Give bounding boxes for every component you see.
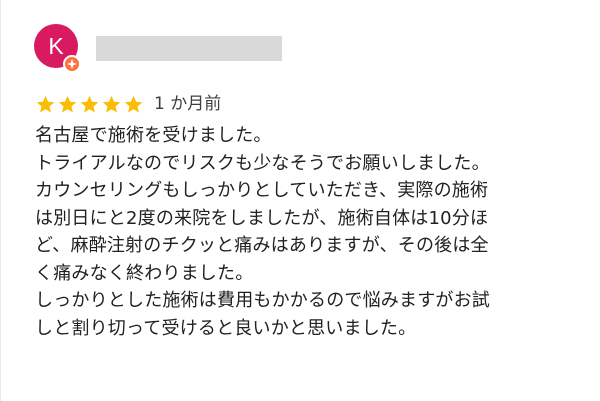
review-text: 名古屋で施術を受けました。 トライアルなのでリスクも少なそうでお願いしました。 … <box>35 122 595 342</box>
star-icon <box>79 94 100 115</box>
review-text-line: く痛みなく終わりました。 <box>35 262 254 284</box>
review-text-line: ど、麻酔注射のチクッと痛みはありますが、その後は全 <box>35 235 489 256</box>
rating-row: 1 か月前 <box>35 93 221 115</box>
review-time: 1 か月前 <box>154 94 222 114</box>
reviewer-name-redacted <box>96 36 282 61</box>
local-guide-badge-icon <box>63 55 81 73</box>
review-text-line: しと割り切って受けると良いかと思いました。 <box>35 317 417 339</box>
star-icon <box>101 94 122 115</box>
review-card: K 1 か月前 名古屋で施術を受けました。 トライアルなのでリスクも少なそうでお… <box>0 0 600 401</box>
review-text-line: トライアルなのでリスクも少なそうでお願いしました。 <box>35 152 490 174</box>
star-icon <box>57 94 78 115</box>
star-icon <box>35 94 56 115</box>
star-rating <box>35 94 144 115</box>
review-text-line: は別日にと2度の来院をしましたが、施術自体は10分ほ <box>35 207 489 229</box>
star-icon <box>123 94 144 115</box>
review-text-line: カウンセリングもしっかりとしていただき、実際の施術 <box>35 180 489 201</box>
review-text-line: しっかりとした施術は費用もかかるので悩みますがお試 <box>35 290 490 311</box>
avatar-initial: K <box>48 33 64 59</box>
review-text-line: 名古屋で施術を受けました。 <box>35 125 272 146</box>
